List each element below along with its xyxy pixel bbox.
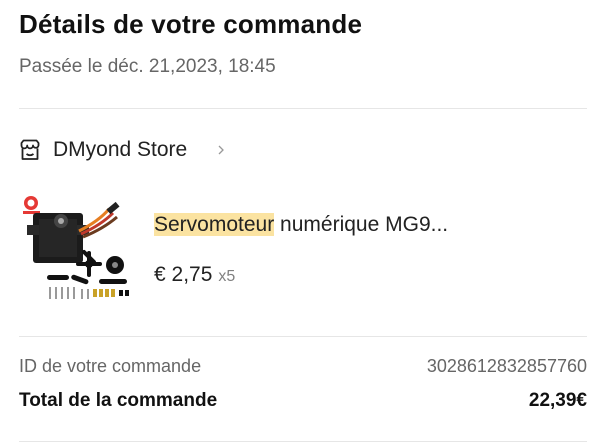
store-name: DMyond Store: [53, 138, 188, 161]
product-image[interactable]: [19, 191, 135, 307]
order-id-row: ID de votre commande 3028612832857760: [19, 356, 587, 377]
product-title-highlight: Servomoteur: [154, 213, 275, 236]
store-link[interactable]: DMyond Store: [19, 136, 225, 164]
item-price: € 2,75: [154, 263, 213, 286]
order-total-value: 22,39€: [528, 390, 587, 411]
order-total-label: Total de la commande: [19, 390, 218, 411]
product-title[interactable]: Servomoteur numérique MG9...: [154, 213, 448, 237]
store-icon: [19, 139, 41, 161]
order-item[interactable]: Servomoteur numérique MG9... € 2,75 x5: [19, 191, 579, 311]
order-total-row: Total de la commande 22,39€: [19, 390, 587, 412]
item-quantity: x5: [218, 268, 236, 285]
divider-top: [19, 108, 587, 109]
chevron-right-icon: [217, 144, 225, 156]
divider-middle: [19, 336, 587, 337]
price-row: € 2,75 x5: [154, 263, 235, 287]
page-title: Détails de votre commande: [19, 9, 363, 39]
order-placed-date: Passée le déc. 21,2023, 18:45: [19, 56, 276, 77]
divider-bottom: [19, 441, 587, 442]
order-id-value[interactable]: 3028612832857760: [427, 356, 587, 377]
product-title-rest: numérique MG9...: [274, 213, 449, 236]
order-id-label: ID de votre commande: [19, 356, 202, 376]
